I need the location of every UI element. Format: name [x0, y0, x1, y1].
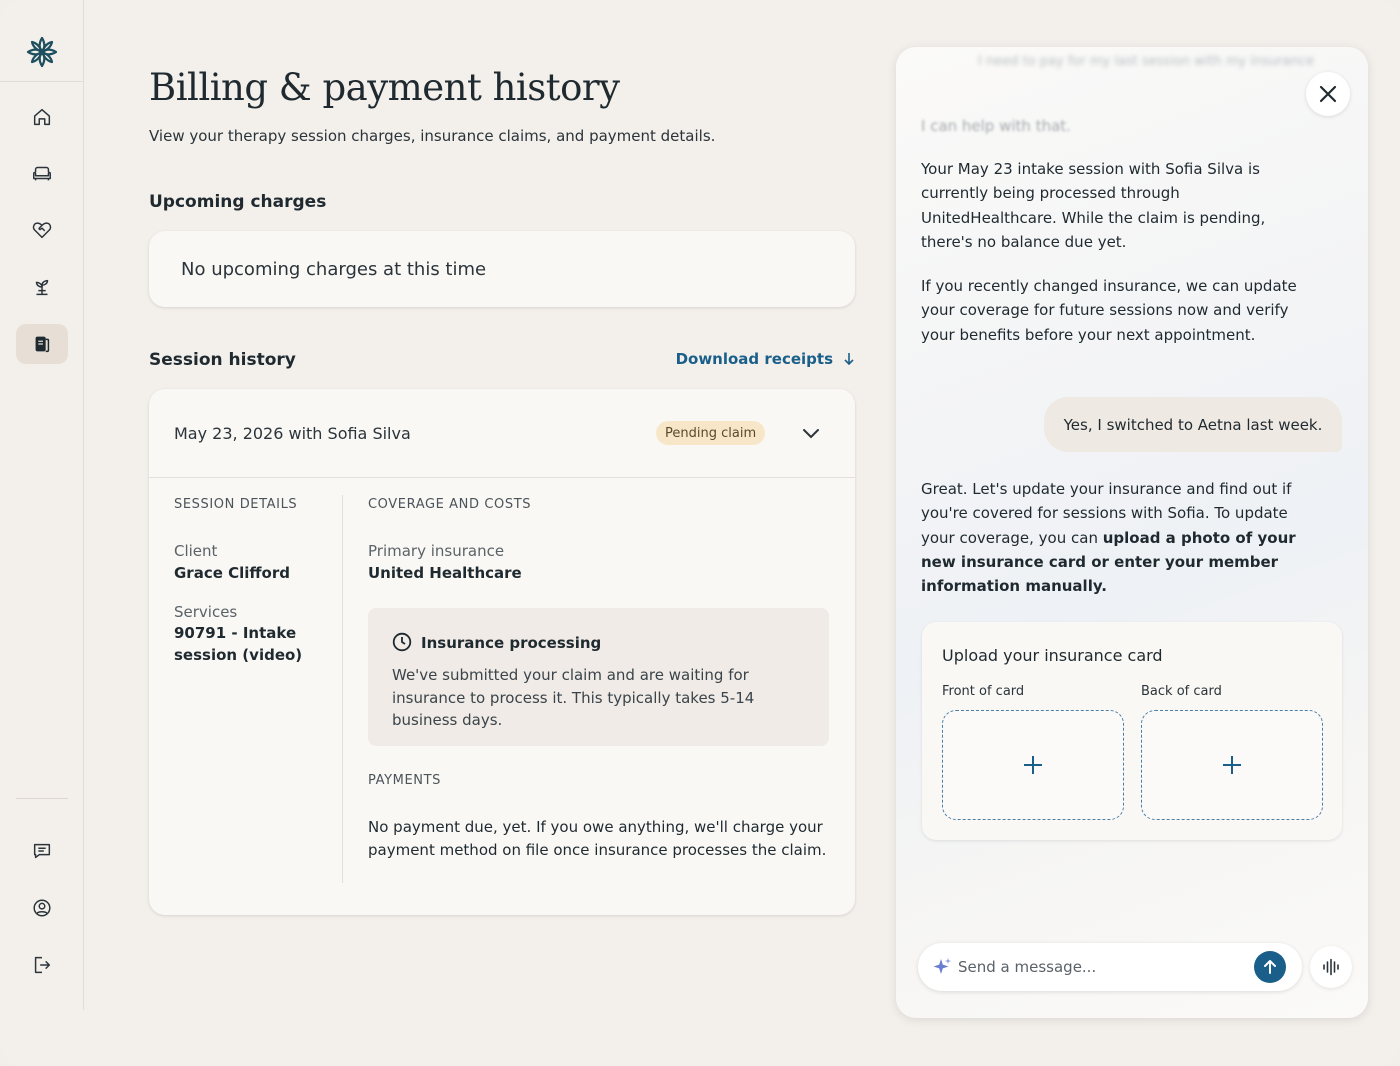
- front-card-label: Front of card: [942, 684, 1025, 699]
- column-divider: [342, 495, 343, 883]
- upload-insurance-card: Upload your insurance card Front of card…: [922, 622, 1342, 840]
- upcoming-empty-text: No upcoming charges at this time: [181, 258, 487, 280]
- nav-growth[interactable]: [16, 267, 68, 307]
- user-message-text: Yes, I switched to Aetna last week.: [1063, 415, 1323, 434]
- sidebar-bottom-divider: [16, 798, 68, 799]
- assistant-chat-panel: I need to pay for my last session with m…: [896, 47, 1368, 1018]
- insurance-label: Primary insurance: [368, 542, 505, 560]
- faded-assistant-message: I can help with that.: [921, 117, 1071, 135]
- messages-icon: [33, 843, 51, 859]
- session-history-heading: Session history: [149, 350, 296, 370]
- processing-text: We've submitted your claim and are waiti…: [392, 666, 755, 729]
- payments-heading: PAYMENTS: [368, 773, 441, 788]
- coverage-heading: COVERAGE AND COSTS: [368, 497, 532, 512]
- app-window: Billing & payment history View your ther…: [0, 0, 1400, 1066]
- payments-text: No payment due, yet. If you owe anything…: [368, 818, 827, 859]
- nav-account[interactable]: [16, 888, 68, 928]
- nav-home[interactable]: [16, 97, 68, 137]
- account-icon: [33, 899, 51, 917]
- arrow-up-icon: [1264, 960, 1276, 974]
- client-value: Grace Clifford: [174, 564, 291, 582]
- page-subtitle: View your therapy session charges, insur…: [149, 127, 716, 145]
- logout-icon: [34, 956, 51, 974]
- heart-handshake-icon: [32, 222, 52, 239]
- sidebar-divider: [0, 81, 84, 82]
- faded-previous-message: I need to pay for my last session with m…: [978, 54, 1314, 69]
- front-card-dropzone[interactable]: [942, 710, 1124, 820]
- back-card-label: Back of card: [1141, 684, 1222, 699]
- sparkle-icon: [933, 958, 951, 974]
- assistant-message-2: If you recently changed insurance, we ca…: [921, 277, 1297, 344]
- upcoming-charges-heading: Upcoming charges: [149, 192, 327, 212]
- clock-icon: [392, 632, 412, 652]
- home-icon: [33, 108, 51, 126]
- insurance-value: United Healthcare: [368, 564, 522, 582]
- billing-book-icon: [35, 336, 50, 353]
- client-label: Client: [174, 542, 218, 560]
- processing-title: Insurance processing: [421, 634, 602, 652]
- close-button[interactable]: [1306, 72, 1350, 116]
- sidebar: [0, 0, 84, 1010]
- plus-icon: [1223, 756, 1241, 774]
- session-card-header[interactable]: May 23, 2026 with Sofia Silva Pending cl…: [149, 389, 855, 478]
- message-input[interactable]: [958, 954, 1248, 980]
- session-card: May 23, 2026 with Sofia Silva Pending cl…: [149, 389, 855, 915]
- nav-logout[interactable]: [16, 945, 68, 985]
- lotus-logo[interactable]: [24, 34, 60, 70]
- send-button[interactable]: [1254, 951, 1286, 983]
- nav-sessions[interactable]: [16, 153, 68, 193]
- user-message: Yes, I switched to Aetna last week.: [1044, 397, 1342, 452]
- close-icon: [1319, 85, 1337, 103]
- session-details-heading: SESSION DETAILS: [174, 497, 298, 512]
- upcoming-charges-card: No upcoming charges at this time: [149, 231, 855, 307]
- session-date: May 23, 2026 with Sofia Silva: [174, 424, 411, 443]
- plus-icon: [1024, 756, 1042, 774]
- insurance-processing-box: Insurance processing We've submitted you…: [368, 608, 829, 746]
- upload-card-title: Upload your insurance card: [942, 646, 1163, 665]
- plant-icon: [35, 279, 49, 296]
- nav-messages[interactable]: [16, 831, 68, 871]
- assistant-message-1: Your May 23 intake session with Sofia Si…: [921, 160, 1266, 251]
- status-badge: Pending claim: [656, 421, 766, 445]
- waveform-icon: [1323, 958, 1339, 976]
- arrow-down-icon: [844, 353, 854, 366]
- voice-input-button[interactable]: [1310, 946, 1352, 988]
- chevron-up-icon[interactable]: [800, 422, 822, 444]
- download-receipts-link[interactable]: Download receipts: [676, 350, 855, 368]
- message-composer: [918, 943, 1302, 991]
- download-receipts-label: Download receipts: [675, 350, 833, 368]
- nav-billing[interactable]: [16, 324, 68, 364]
- services-value: 90791 - Intake session (video): [174, 624, 303, 664]
- couch-icon: [33, 166, 51, 181]
- assistant-message-3: Great. Let's update your insurance and f…: [921, 477, 1301, 598]
- back-card-dropzone[interactable]: [1141, 710, 1323, 820]
- page-title: Billing & payment history: [149, 66, 620, 109]
- nav-care[interactable]: [16, 210, 68, 250]
- services-label: Services: [174, 603, 238, 621]
